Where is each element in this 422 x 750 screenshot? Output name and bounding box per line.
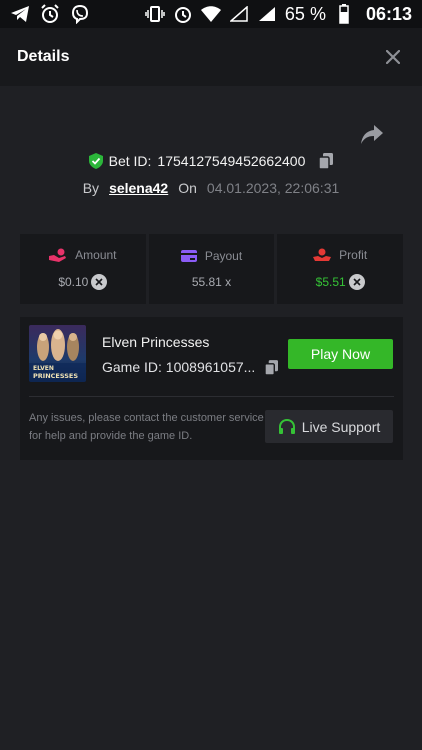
game-card: ELVEN PRINCESSES Elven Princesses Game I… xyxy=(20,317,403,460)
stat-payout: Payout 55.81 x xyxy=(148,234,275,304)
stat-profit: Profit $5.51 xyxy=(277,234,404,304)
stat-amount-value: $0.10 xyxy=(58,275,89,289)
bet-id-value: 1754127549452662400 xyxy=(157,153,306,169)
stat-amount: Amount $0.10 xyxy=(20,234,146,304)
bet-id-row: Bet ID: 1754127549452662400 xyxy=(0,153,422,169)
bet-author-row: By selena42 On 04.01.2023, 22:06:31 xyxy=(0,180,422,196)
game-id: Game ID: 1008961057... xyxy=(102,359,256,375)
currency-x-icon xyxy=(91,274,108,290)
share-icon xyxy=(361,125,383,144)
clock-time: 06:13 xyxy=(365,3,412,24)
stat-profit-head: Profit xyxy=(313,248,367,262)
currency-x-icon xyxy=(348,274,365,290)
support-message: Any issues, please contact the customer … xyxy=(29,412,264,442)
stat-profit-value-row: $5.51 xyxy=(316,274,365,290)
stat-profit-label: Profit xyxy=(339,248,368,262)
verified-shield-icon xyxy=(88,153,103,169)
battery-percent: 65 % xyxy=(284,3,326,24)
svg-text:PRINCESSES: PRINCESSES xyxy=(33,372,78,380)
details-header: Details xyxy=(0,28,422,86)
alarm-clock-icon xyxy=(173,4,193,24)
alarm-icon xyxy=(40,4,60,24)
payout-card-icon xyxy=(180,250,197,262)
copy-bet-id-icon[interactable] xyxy=(319,153,334,169)
close-icon xyxy=(386,50,400,64)
status-bar-right: 65 % 06:13 xyxy=(145,4,412,25)
bet-date: 04.01.2023, 22:06:31 xyxy=(206,180,340,196)
status-bar-left xyxy=(10,4,90,24)
bet-id-label: Bet ID: xyxy=(108,153,152,169)
vibrate-icon xyxy=(145,4,165,24)
stat-amount-label: Amount xyxy=(75,248,117,262)
battery-icon xyxy=(334,4,354,24)
game-id-row: Game ID: 1008961057... xyxy=(102,359,279,375)
telegram-icon xyxy=(10,4,30,24)
bet-stats: Amount $0.10 Payout 55.81 x Profit $5.51 xyxy=(20,234,404,304)
stat-payout-label: Payout xyxy=(204,249,243,263)
signal-empty-icon xyxy=(229,4,249,24)
status-bar: 65 % 06:13 xyxy=(0,0,422,28)
game-title: Elven Princesses xyxy=(102,334,210,350)
card-divider xyxy=(29,396,394,397)
close-button[interactable] xyxy=(381,45,405,69)
share-button[interactable] xyxy=(360,124,384,146)
stat-payout-head: Payout xyxy=(180,249,243,263)
wifi-icon xyxy=(200,4,221,24)
stat-payout-value-row: 55.81 x xyxy=(192,275,231,289)
profit-hand-coin-icon xyxy=(313,248,332,261)
stat-payout-value: 55.81 x xyxy=(191,275,232,289)
live-support-button[interactable]: Live Support xyxy=(265,410,393,443)
amount-hand-coin-icon xyxy=(49,248,67,262)
stat-profit-value: $5.51 xyxy=(315,275,346,289)
stat-amount-head: Amount xyxy=(49,248,117,262)
stat-amount-value-row: $0.10 xyxy=(58,274,108,290)
copy-game-id-icon[interactable] xyxy=(265,359,279,375)
username-link[interactable]: selena42 xyxy=(109,180,168,196)
headset-icon xyxy=(278,418,295,434)
viber-icon xyxy=(70,4,90,24)
play-now-button[interactable]: Play Now xyxy=(288,339,393,369)
on-label: On xyxy=(178,180,197,196)
page-title: Details xyxy=(17,48,70,65)
live-support-label: Live Support xyxy=(301,418,381,435)
game-thumbnail[interactable]: ELVEN PRINCESSES xyxy=(29,325,86,382)
by-label: By xyxy=(82,180,100,196)
svg-text:ELVEN: ELVEN xyxy=(33,365,54,372)
signal-icon xyxy=(257,4,277,24)
